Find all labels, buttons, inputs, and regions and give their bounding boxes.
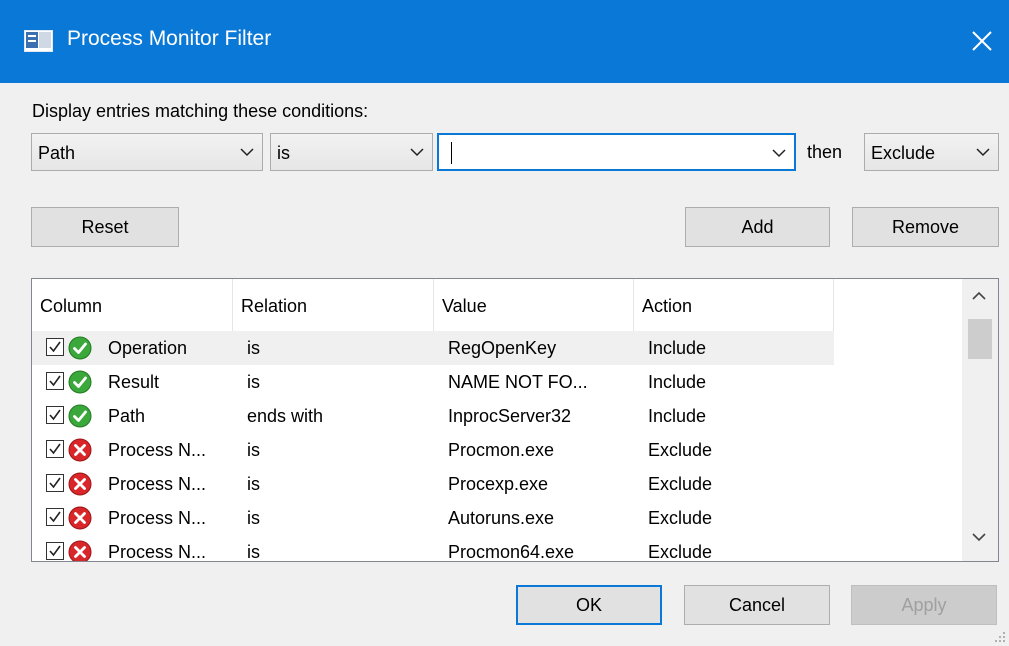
apply-button-label: Apply (901, 594, 947, 615)
action-select-value: Exclude (871, 143, 936, 163)
row-checkbox[interactable] (46, 372, 64, 390)
include-check-icon (68, 404, 92, 428)
checkmark-icon (49, 375, 61, 387)
cell-action: Exclude (648, 508, 713, 528)
cell-action: Include (648, 338, 707, 358)
row-checkbox[interactable] (46, 508, 64, 526)
reset-button-label: Reset (81, 216, 129, 237)
cell-action: Exclude (648, 474, 713, 494)
exclude-x-icon (68, 472, 92, 496)
close-button[interactable] (960, 18, 1004, 64)
remove-button-label: Remove (891, 216, 960, 237)
cell-value: Procexp.exe (448, 474, 549, 494)
relation-select-value: is (277, 143, 290, 163)
table-row[interactable]: Process N... is Procexp.exe Exclude (32, 467, 962, 501)
row-checkbox[interactable] (46, 542, 64, 560)
header-column[interactable]: Column (32, 279, 233, 331)
exclude-x-icon (68, 506, 92, 530)
action-select[interactable]: Exclude (864, 133, 999, 171)
checkmark-icon (49, 477, 61, 489)
scroll-thumb[interactable] (968, 319, 992, 359)
cell-relation: is (247, 372, 260, 392)
row-checkbox[interactable] (46, 338, 64, 356)
chevron-down-icon (240, 148, 254, 157)
window-title: Process Monitor Filter (67, 27, 272, 50)
table-row[interactable]: Process N... is Procmon.exe Exclude (32, 433, 962, 467)
header-value[interactable]: Value (434, 279, 634, 331)
cell-action: Exclude (648, 542, 713, 562)
cancel-button[interactable]: Cancel (684, 585, 830, 625)
checkmark-icon (49, 545, 61, 557)
value-combobox[interactable] (437, 133, 796, 171)
scroll-down-icon[interactable] (972, 533, 986, 542)
cell-column: Process N... (108, 474, 207, 494)
table-row[interactable]: Process N... is Autoruns.exe Exclude (32, 501, 962, 535)
app-icon (24, 30, 53, 52)
cell-relation: is (247, 474, 260, 494)
chevron-down-icon (772, 149, 786, 158)
include-check-icon (68, 336, 92, 360)
add-button-label: Add (741, 216, 774, 237)
chevron-down-icon (410, 148, 424, 157)
checkmark-icon (49, 511, 61, 523)
checkmark-icon (49, 409, 61, 421)
relation-select[interactable]: is (270, 133, 433, 171)
apply-button: Apply (851, 585, 997, 625)
exclude-x-icon (68, 438, 92, 462)
cell-column: Process N... (108, 508, 207, 528)
remove-button[interactable]: Remove (852, 207, 999, 247)
close-icon (972, 31, 992, 51)
cell-relation: is (247, 508, 260, 528)
scroll-up-icon[interactable] (972, 291, 986, 300)
reset-button[interactable]: Reset (31, 207, 179, 247)
cell-relation: ends with (247, 406, 324, 426)
row-checkbox[interactable] (46, 406, 64, 424)
conditions-label: Display entries matching these condition… (32, 101, 369, 121)
cell-column: Process N... (108, 440, 207, 460)
row-checkbox[interactable] (46, 474, 64, 492)
cell-value: InprocServer32 (448, 406, 572, 426)
table-row[interactable]: Path ends with InprocServer32 Include (32, 399, 962, 433)
cell-action: Include (648, 372, 707, 392)
cell-value: Autoruns.exe (448, 508, 555, 528)
cell-column: Path (108, 406, 146, 426)
filter-dialog: Process Monitor Filter Display entries m… (0, 0, 1009, 646)
header-action[interactable]: Action (634, 279, 834, 331)
cell-value: NAME NOT FO... (448, 372, 588, 392)
text-caret (451, 142, 452, 164)
ok-button[interactable]: OK (516, 585, 662, 625)
row-checkbox[interactable] (46, 440, 64, 458)
cell-value: Procmon.exe (448, 440, 555, 460)
checkmark-icon (49, 341, 61, 353)
cell-column: Process N... (108, 542, 207, 562)
then-label: then (807, 142, 843, 162)
cell-action: Exclude (648, 440, 713, 460)
resize-grip-icon[interactable] (994, 631, 1006, 643)
column-select[interactable]: Path (31, 133, 263, 171)
vertical-scrollbar[interactable] (962, 279, 998, 561)
cell-relation: is (247, 440, 260, 460)
cell-relation: is (247, 338, 260, 358)
ok-button-label: OK (575, 594, 602, 615)
cell-column: Result (108, 372, 160, 392)
cell-column: Operation (108, 338, 188, 358)
cell-value: Procmon64.exe (448, 542, 575, 562)
table-row[interactable]: Process N... is Procmon64.exe Exclude (32, 535, 962, 562)
list-header: Column Relation Value Action (32, 279, 962, 331)
include-check-icon (68, 370, 92, 394)
cell-action: Include (648, 406, 707, 426)
checkmark-icon (49, 443, 61, 455)
table-row[interactable]: Result is NAME NOT FO... Include (32, 365, 962, 399)
exclude-x-icon (68, 540, 92, 561)
cancel-button-label: Cancel (728, 594, 786, 615)
header-relation[interactable]: Relation (233, 279, 434, 331)
cell-relation: is (247, 542, 260, 562)
title-bar[interactable]: Process Monitor Filter (0, 0, 1009, 83)
chevron-down-icon (976, 148, 990, 157)
column-select-value: Path (38, 143, 76, 163)
add-button[interactable]: Add (685, 207, 830, 247)
filter-list[interactable]: Column Relation Value Action Operation is… (31, 278, 999, 562)
table-row[interactable]: Operation is RegOpenKey Include (32, 331, 962, 365)
cell-value: RegOpenKey (448, 338, 557, 358)
